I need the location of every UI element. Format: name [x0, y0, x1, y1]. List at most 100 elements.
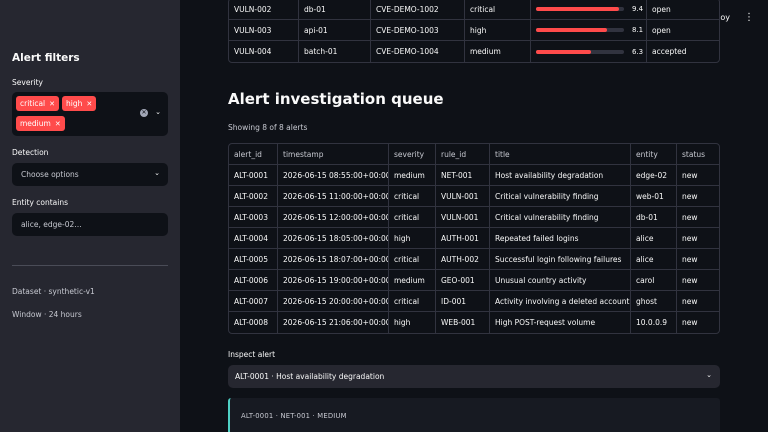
cell-timestamp: 2026-06-15 18:07:00+00:00 — [278, 249, 389, 269]
table-row[interactable]: ALT-0002 2026-06-15 11:00:00+00:00 critica… — [229, 186, 719, 207]
cell-status: accepted — [652, 47, 687, 56]
cell-severity: medium — [465, 41, 531, 62]
table-row[interactable]: ALT-0004 2026-06-15 18:05:00+00:00 high AUT… — [229, 228, 719, 249]
cell-alert_id: ALT-0003 — [229, 207, 278, 227]
severity-multiselect[interactable]: critical ✕ high ✕ medium ✕ ✕ ⌄ — [12, 92, 168, 136]
table-row[interactable]: ALT-0007 2026-06-15 20:00:00+00:00 critica… — [229, 291, 719, 312]
alert-count-caption: Showing 8 of 8 alerts — [228, 123, 308, 132]
score-bar — [536, 28, 624, 32]
score-bar-fill — [536, 49, 592, 54]
kebab-icon[interactable]: ⋮ — [744, 12, 754, 23]
cell-cve: CVE-DEMO-1004 — [371, 41, 465, 62]
cell-status: new — [682, 296, 698, 306]
chevron-down-icon[interactable]: ⌄ — [155, 108, 161, 116]
cell-status: new — [682, 275, 698, 285]
cell-severity: critical — [389, 207, 436, 227]
entity-input[interactable]: alice, edge-02… — [12, 213, 168, 236]
cell-id: VULN-004 — [229, 41, 299, 62]
cell-title: Activity involving a deleted account — [490, 291, 631, 311]
table-row[interactable]: ALT-0006 2026-06-15 19:00:00+00:00 medium G… — [229, 270, 719, 291]
score-value: 6.3 — [632, 47, 644, 56]
cell-rule_id: VULN-001 — [436, 207, 490, 227]
sidebar-title: Alert filters — [12, 52, 80, 64]
cell-alert_id: ALT-0004 — [229, 228, 278, 248]
tag-label: medium — [20, 119, 51, 128]
cell-alert_id: ALT-0006 — [229, 270, 278, 290]
cell-status: new — [682, 170, 698, 180]
cell-severity: critical — [389, 291, 436, 311]
column-header-rule_id[interactable]: rule_id — [436, 144, 490, 164]
column-header-entity[interactable]: entity — [631, 144, 677, 164]
remove-tag-icon[interactable]: ✕ — [86, 100, 92, 108]
cell-title: Critical vulnerability finding — [490, 186, 631, 206]
table-row[interactable]: VULN-004 batch-01 CVE-DEMO-1004 medium 6.3 ac… — [229, 41, 719, 62]
cell-rule_id: GEO-001 — [436, 270, 490, 290]
cell-rule_id: VULN-001 — [436, 186, 490, 206]
cell-alert_id: ALT-0005 — [229, 249, 278, 269]
alert-detail-card: ALT-0001 · NET-001 · MEDIUM — [228, 398, 720, 432]
cell-timestamp: 2026-06-15 11:00:00+00:00 — [278, 186, 389, 206]
cell-severity: critical — [389, 249, 436, 269]
severity-tag-high[interactable]: high ✕ — [62, 96, 97, 111]
column-header-severity[interactable]: severity — [389, 144, 436, 164]
column-header-timestamp[interactable]: timestamp — [278, 144, 389, 164]
cell-host: api-01 — [299, 20, 371, 40]
cell-host: db-01 — [299, 0, 371, 19]
detection-select[interactable]: Choose options ⌄ — [12, 163, 168, 186]
cell-status: new — [682, 318, 698, 327]
cell-timestamp: 2026-06-15 21:06:00+00:00 — [278, 312, 389, 333]
remove-tag-icon[interactable]: ✕ — [55, 120, 61, 128]
cell-title: Host availability degradation — [490, 165, 631, 185]
cell-severity: critical — [465, 0, 531, 19]
cell-severity: high — [465, 20, 531, 40]
cell-entity: db-01 — [631, 207, 677, 227]
cell-alert_id: ALT-0001 — [229, 165, 278, 185]
cell-entity: alice — [631, 249, 677, 269]
alert-detail-header: ALT-0001 · NET-001 · MEDIUM — [241, 412, 347, 420]
cell-title: Critical vulnerability finding — [490, 207, 631, 227]
cell-entity: edge-02 — [631, 165, 677, 185]
cell-rule_id: AUTH-002 — [436, 249, 490, 269]
table-row[interactable]: ALT-0003 2026-06-15 12:00:00+00:00 critica… — [229, 207, 719, 228]
cell-title: Unusual country activity — [490, 270, 631, 290]
cell-cve: CVE-DEMO-1003 — [371, 20, 465, 40]
cell-cve: CVE-DEMO-1002 — [371, 0, 465, 19]
cell-id: VULN-002 — [229, 0, 299, 19]
inspect-alert-select[interactable]: ALT-0001 · Host availability degradation… — [228, 365, 720, 388]
severity-tag-medium[interactable]: medium ✕ — [16, 116, 65, 131]
column-header-status[interactable]: status — [677, 144, 719, 164]
vulnerability-table: VULN-002 db-01 CVE-DEMO-1002 critical 9.4 ope… — [228, 0, 720, 63]
table-row[interactable]: ALT-0001 2026-06-15 08:55:00+00:00 medium N… — [229, 165, 719, 186]
column-header-alert_id[interactable]: alert_id — [229, 144, 278, 164]
table-row[interactable]: VULN-003 api-01 CVE-DEMO-1003 high 8.1 open — [229, 20, 719, 41]
cell-entity: ghost — [631, 291, 677, 311]
cell-severity: critical — [389, 186, 436, 206]
window-info: Window · 24 hours — [12, 310, 82, 319]
table-row[interactable]: ALT-0005 2026-06-15 18:07:00+00:00 critica… — [229, 249, 719, 270]
score-bar-fill — [536, 7, 619, 11]
tag-label: high — [66, 99, 83, 108]
cell-severity: medium — [389, 165, 436, 185]
score-value: 9.4 — [632, 5, 644, 13]
sidebar-divider — [12, 265, 168, 266]
cell-entity: 10.0.0.9 — [631, 312, 677, 333]
cell-rule_id: NET-001 — [436, 165, 490, 185]
sidebar: Alert filters Severity critical ✕ high ✕ m… — [0, 0, 180, 432]
table-row[interactable]: ALT-0008 2026-06-15 21:06:00+00:00 high WEB… — [229, 312, 719, 333]
severity-tag-critical[interactable]: critical ✕ — [16, 96, 59, 111]
tag-label: critical — [20, 99, 46, 108]
cell-timestamp: 2026-06-15 20:00:00+00:00 — [278, 291, 389, 311]
cell-score: 9.4 — [531, 0, 647, 19]
score-value: 8.1 — [632, 26, 644, 34]
column-header-title[interactable]: title — [490, 144, 631, 164]
chevron-down-icon: ⌄ — [154, 169, 160, 177]
cell-status: open — [652, 25, 671, 35]
clear-all-icon[interactable]: ✕ — [140, 109, 148, 117]
cell-rule_id: WEB-001 — [436, 312, 490, 333]
table-row[interactable]: VULN-002 db-01 CVE-DEMO-1002 critical 9.4 ope… — [229, 0, 719, 20]
alert-queue-table[interactable]: alert_id timestamp severity rule_id title ent… — [228, 143, 720, 334]
score-bar-fill — [536, 28, 608, 32]
remove-tag-icon[interactable]: ✕ — [49, 100, 55, 108]
page-title: Alert investigation queue — [228, 90, 444, 108]
cell-rule_id: ID-001 — [436, 291, 490, 311]
